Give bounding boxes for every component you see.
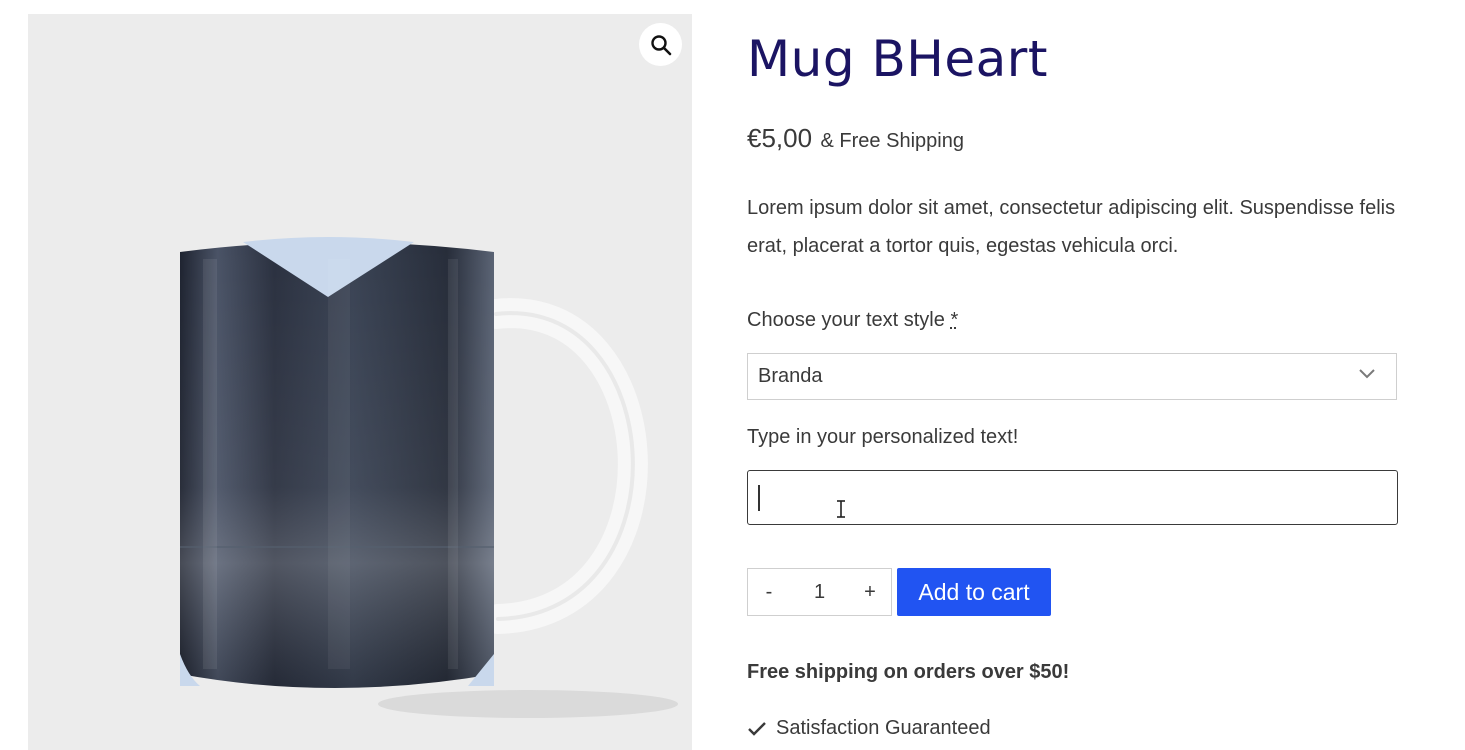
free-shipping-note: Free shipping on orders over $50!: [747, 661, 1070, 683]
personalized-text-label: Type in your personalized text!: [747, 426, 1019, 448]
add-to-cart-button[interactable]: Add to cart: [897, 568, 1051, 616]
personalized-text-input[interactable]: [747, 470, 1398, 525]
text-style-label: Choose your text style *: [747, 309, 958, 332]
shipping-suffix: & Free Shipping: [820, 130, 964, 152]
quantity-stepper: - 1 +: [747, 568, 892, 616]
product-title: Mug BHeart: [747, 30, 1048, 88]
checkmark-icon: [748, 721, 766, 736]
chevron-down-icon: [1359, 369, 1375, 379]
magnifier-icon: [650, 34, 671, 55]
mug-image: [180, 237, 678, 718]
text-style-label-text: Choose your text style: [747, 309, 945, 331]
text-style-selected-value: Branda: [758, 365, 823, 387]
product-image-gallery: [28, 14, 692, 750]
quantity-input[interactable]: 1: [790, 581, 849, 604]
price-row: €5,00 & Free Shipping: [747, 123, 964, 154]
text-caret: [758, 485, 760, 511]
quantity-decrease-button[interactable]: -: [748, 569, 790, 615]
product-description: Lorem ipsum dolor sit amet, consectetur …: [747, 197, 1396, 257]
feature-item: Satisfaction Guaranteed: [747, 717, 991, 740]
text-cursor-icon: [837, 500, 845, 518]
zoom-button[interactable]: [639, 23, 682, 66]
text-style-select[interactable]: Branda: [747, 353, 1397, 400]
feature-label: Satisfaction Guaranteed: [776, 717, 991, 739]
product-price: €5,00: [747, 123, 813, 153]
quantity-increase-button[interactable]: +: [849, 569, 891, 615]
required-indicator: *: [950, 309, 959, 331]
